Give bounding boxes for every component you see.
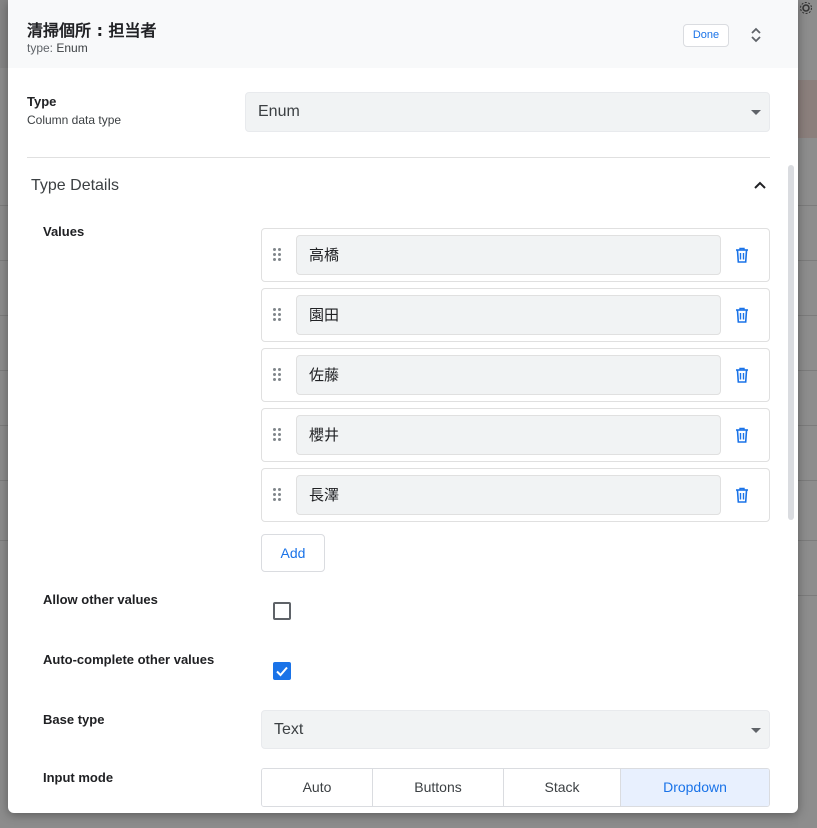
drag-handle-icon[interactable]: [273, 368, 283, 383]
backdrop-divider: [798, 370, 817, 371]
type-label: Type: [27, 94, 57, 109]
backdrop-divider: [0, 480, 8, 481]
value-input[interactable]: 長澤: [296, 475, 721, 515]
value-row: 長澤: [261, 468, 770, 522]
section-divider: [27, 157, 770, 158]
drag-handle-icon[interactable]: [273, 308, 283, 323]
base-type-label: Base type: [43, 712, 105, 727]
autocomplete-label: Auto-complete other values: [43, 652, 215, 667]
subtitle-prefix: type:: [27, 41, 54, 55]
backdrop-divider: [0, 260, 8, 261]
type-sublabel: Column data type: [27, 113, 122, 127]
backdrop-divider: [0, 370, 8, 371]
drag-handle-icon[interactable]: [273, 248, 283, 263]
value-row: 高橋: [261, 228, 770, 282]
input-mode-dropdown[interactable]: Dropdown: [621, 769, 769, 806]
value-row: 佐藤: [261, 348, 770, 402]
value-input[interactable]: 高橋: [296, 235, 721, 275]
backdrop-divider: [798, 480, 817, 481]
backdrop-divider: [798, 425, 817, 426]
backdrop-divider: [0, 425, 8, 426]
add-value-button[interactable]: Add: [261, 534, 325, 572]
scrollbar-thumb[interactable]: [788, 165, 794, 520]
drag-handle-icon[interactable]: [273, 488, 283, 503]
value-row: 櫻井: [261, 408, 770, 462]
dropdown-caret-icon: [751, 728, 761, 733]
subtitle-type-value: Enum: [56, 41, 88, 55]
column-edit-dialog: 清掃個所 : 担当者 type: Enum Done Type Column d…: [8, 0, 798, 813]
backdrop-divider: [798, 595, 817, 596]
allow-other-values-checkbox[interactable]: [273, 602, 291, 620]
type-details-title[interactable]: Type Details: [31, 177, 119, 195]
backdrop-divider: [798, 260, 817, 261]
allow-other-values-label: Allow other values: [43, 592, 158, 607]
value-input[interactable]: 櫻井: [296, 415, 721, 455]
trash-icon[interactable]: [735, 427, 749, 443]
trash-icon[interactable]: [735, 307, 749, 323]
type-select[interactable]: Enum: [245, 92, 770, 132]
backdrop-gear-icon: [800, 2, 812, 14]
chevron-up-icon[interactable]: [753, 180, 767, 190]
input-mode-stack[interactable]: Stack: [504, 769, 621, 806]
backdrop-divider: [798, 205, 817, 206]
expand-collapse-icon[interactable]: [748, 26, 764, 44]
base-type-select[interactable]: Text: [261, 710, 770, 749]
dialog-header: 清掃個所 : 担当者 type: Enum Done: [8, 0, 798, 68]
backdrop-divider: [0, 315, 8, 316]
value-row: 園田: [261, 288, 770, 342]
input-mode-auto[interactable]: Auto: [262, 769, 373, 806]
backdrop-highlight-row: [798, 80, 817, 138]
dialog-title: 清掃個所 : 担当者: [27, 21, 157, 40]
trash-icon[interactable]: [735, 487, 749, 503]
backdrop-divider: [798, 540, 817, 541]
type-select-value: Enum: [258, 103, 300, 120]
dialog-subtitle: type: Enum: [27, 41, 88, 55]
dropdown-caret-icon: [751, 110, 761, 115]
trash-icon[interactable]: [735, 247, 749, 263]
base-type-select-value: Text: [274, 721, 304, 738]
backdrop-divider: [798, 315, 817, 316]
value-input[interactable]: 佐藤: [296, 355, 721, 395]
done-button[interactable]: Done: [683, 24, 729, 47]
value-input[interactable]: 園田: [296, 295, 721, 335]
trash-icon[interactable]: [735, 367, 749, 383]
checkmark-icon: [276, 666, 288, 677]
input-mode-label: Input mode: [43, 770, 114, 785]
backdrop-divider: [0, 205, 8, 206]
autocomplete-checkbox[interactable]: [273, 662, 291, 680]
drag-handle-icon[interactable]: [273, 428, 283, 443]
input-mode-buttons[interactable]: Buttons: [373, 769, 504, 806]
backdrop-divider: [0, 540, 8, 541]
input-mode-segmented-control: Auto Buttons Stack Dropdown: [261, 768, 770, 807]
values-label: Values: [43, 224, 85, 239]
